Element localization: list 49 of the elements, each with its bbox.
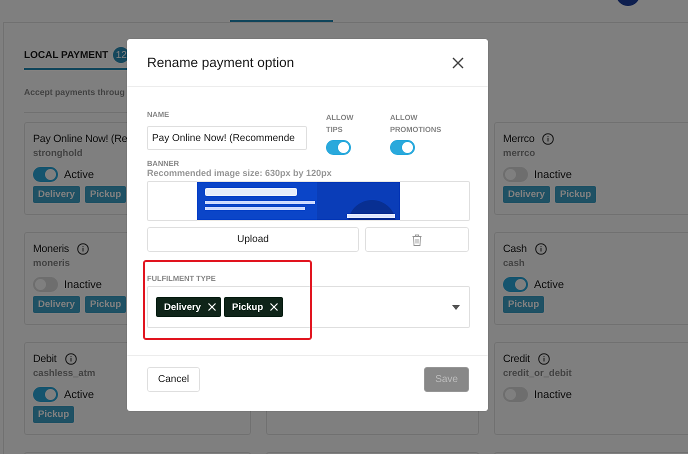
fulfilment-tag: Pickup [84, 186, 126, 203]
fulfilment-tag: Pickup [84, 296, 126, 313]
fulfilment-chip[interactable]: Pickup [224, 297, 284, 317]
status-label: Inactive [64, 278, 102, 290]
toggle-switch[interactable] [326, 140, 351, 155]
close-icon[interactable] [452, 56, 464, 68]
payment-name: Merrco [503, 133, 534, 145]
payment-name: Debit [33, 353, 57, 365]
fulfilment-tag: Delivery [33, 186, 80, 203]
payment-code: stronghold [33, 148, 83, 159]
info-icon[interactable] [534, 243, 547, 255]
payment-name: Credit [503, 353, 530, 365]
remove-icon[interactable] [270, 303, 278, 311]
name-input[interactable]: Pay Online Now! (Recommende [147, 126, 307, 150]
cancel-button[interactable]: Cancel [147, 367, 200, 392]
toggle-switch[interactable] [503, 277, 528, 292]
toggle-switch[interactable] [33, 167, 58, 182]
payment-name: Moneris [33, 243, 69, 255]
payment-code: merrco [503, 148, 536, 159]
remove-icon[interactable] [208, 303, 216, 311]
status-label: Active [64, 168, 94, 180]
upload-button[interactable]: Upload [147, 227, 359, 252]
payment-code: moneris [33, 258, 70, 269]
info-icon[interactable] [542, 133, 554, 145]
payment-code: cashless_atm [33, 368, 96, 379]
info-icon[interactable] [76, 243, 89, 255]
status-label: Inactive [534, 168, 572, 180]
fulfilment-tag: Pickup [554, 186, 596, 203]
fulfilment-tag: Pickup [33, 406, 74, 423]
fulfilment-tag: Pickup [503, 296, 544, 313]
trash-icon [412, 234, 422, 246]
fulfilment-chip[interactable]: Delivery [156, 297, 221, 317]
toggle-switch[interactable] [390, 140, 415, 155]
fulfilment-tag: Delivery [33, 296, 80, 313]
payment-code: credit_or_debit [503, 368, 572, 379]
fulfilment-tag: Delivery [503, 186, 550, 203]
caret-icon [452, 304, 460, 310]
payment-name: Pay Online Now! (Re [33, 133, 128, 145]
hint-text: Recommended image size: 630px by 120px [147, 168, 332, 178]
fulfilment-select[interactable]: Delivery Pickup [147, 286, 470, 328]
payment-code: cash [503, 258, 525, 269]
payment-name: Cash [503, 243, 527, 255]
modal-title: Rename payment option [147, 55, 294, 70]
toggle-switch[interactable] [33, 387, 58, 402]
status-label: Inactive [534, 388, 572, 400]
status-label: Active [64, 388, 94, 400]
status-label: Active [534, 278, 564, 290]
info-icon[interactable] [538, 353, 550, 365]
info-icon[interactable] [64, 353, 77, 365]
